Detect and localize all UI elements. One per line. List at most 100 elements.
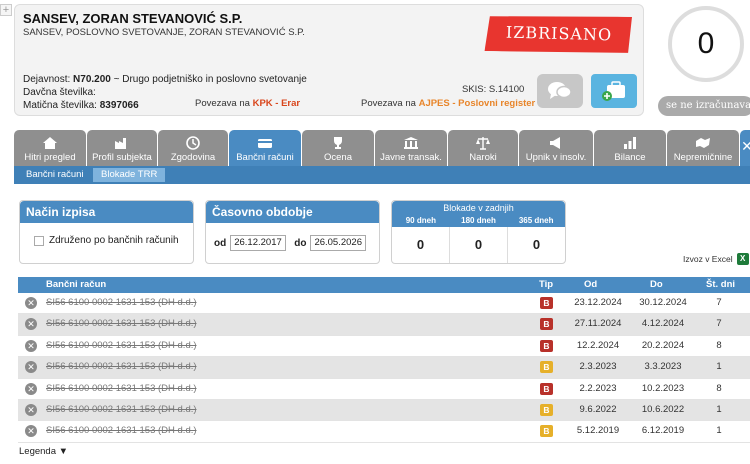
date-from: 9.6.2022 [579,403,617,415]
tab-profil-subjekta[interactable]: Profil subjekta [87,130,157,166]
date-from: 2.3.2023 [579,361,617,373]
removed-icon: ✕ [25,297,37,309]
subtab-bancni-racuni[interactable]: Bančni računi [18,168,92,182]
days-count: 1 [716,425,722,437]
kpk-prefix: Povezava na [195,98,253,109]
ajpes-link[interactable]: AJPES - Poslovni register [419,98,536,109]
main-tabs: Hitri pregled Profil subjekta Zgodovina … [14,130,750,166]
tab-zgodovina[interactable]: Zgodovina [158,130,228,166]
close-icon[interactable]: ✕ [740,130,750,166]
tip-badge: B [540,297,553,309]
company-name: SANSEV, ZORAN STEVANOVIĆ S.P. [23,11,243,26]
blokade-table: Bančni račun Tip Od Do Št. dni ✕ SI56 610… [18,277,750,443]
score-status-badge: se ne izračunava [658,96,750,116]
bank-card-icon [258,139,272,148]
table-row[interactable]: ✕ SI56 6100 0002 1631 153 (DH d.d.) B 9.6.2… [18,399,750,422]
table-row[interactable]: ✕ SI56 6100 0002 1631 153 (DH d.d.) B 2.3.2… [18,357,750,379]
deleted-stamp: IZBRISANO [485,13,634,55]
account-number[interactable]: SI56 6100 0002 1631 153 (DH d.d.) [46,404,197,415]
dejavnost-label: Dejavnost: [23,74,71,85]
tab-label: Bilance [614,152,646,163]
table-header: Bančni račun Tip Od Do Št. dni [18,277,750,293]
date-to: 20.2.2024 [641,339,685,351]
grouped-checkbox-label: Združeno po bančnih računih [49,235,179,246]
tab-upnik-v-insolvenci[interactable]: Upnik v insolv. [519,130,593,166]
removed-icon: ✕ [25,318,37,331]
account-number[interactable]: SI56 6100 0002 1631 153 (DH d.d.) [46,318,197,329]
tab-label: Naroki [469,152,497,163]
date-to-input[interactable]: 26.05.2026 [310,235,367,251]
grouped-by-account-option[interactable]: Združeno po bančnih računih [34,235,179,246]
add-to-portfolio-button[interactable] [591,74,637,108]
account-number[interactable]: SI56 6100 0002 1631 153 (DH d.d.) [46,383,197,394]
blokade-value-180: 0 [450,227,508,263]
tip-badge: B [540,403,553,416]
score-circle: 0 [668,6,744,82]
tab-hitri-pregled[interactable]: Hitri pregled [14,130,86,166]
removed-icon: ✕ [25,382,37,395]
tip-badge: B [540,382,553,395]
date-to: 6.12.2019 [641,425,685,437]
table-row[interactable]: ✕ SI56 6100 0002 1631 153 (DH d.d.) B 23.12… [18,293,750,315]
date-from: 5.12.2019 [576,425,620,437]
chart-icon [624,137,636,149]
expand-icon[interactable]: + [0,4,12,16]
ajpes-link-row: Povezava na AJPES - Poslovni register [361,98,535,109]
days-count: 8 [716,339,722,351]
removed-icon: ✕ [25,339,37,352]
legend-toggle[interactable]: Legenda ▼ [19,446,68,457]
tab-nepremicnine[interactable]: Nepremičnine [667,130,739,166]
map-icon [696,138,710,148]
tab-label: Ocena [324,152,352,163]
table-row[interactable]: ✕ SI56 6100 0002 1631 153 (DH d.d.) B 27.11… [18,314,750,336]
tab-bilance[interactable]: Bilance [594,130,666,166]
dejavnost-code: N70.200 [73,74,111,85]
tip-badge: B [540,339,553,352]
account-number[interactable]: SI56 6100 0002 1631 153 (DH d.d.) [46,297,197,308]
tab-label: Nepremičnine [673,152,733,163]
table-row[interactable]: ✕ SI56 6100 0002 1631 153 (DH d.d.) B 12.2.… [18,336,750,358]
date-from: 23.12.2024 [574,297,622,308]
days-count: 7 [716,297,722,308]
removed-icon: ✕ [25,403,37,416]
table-row[interactable]: ✕ SI56 6100 0002 1631 153 (DH d.d.) B 5.12.… [18,421,750,443]
company-header: SANSEV, ZORAN STEVANOVIĆ S.P. SANSEV, PO… [14,4,644,116]
briefcase-add-icon [602,81,625,101]
kpk-link[interactable]: KPK - Erar [253,98,301,109]
davcna-label: Davčna številka: [23,87,96,98]
export-excel-label: Izvoz v Excel [683,254,733,264]
account-number[interactable]: SI56 6100 0002 1631 153 (DH d.d.) [46,340,197,351]
export-excel-button[interactable]: Izvoz v Excel X [683,253,749,265]
tab-ocena[interactable]: Ocena [302,130,374,166]
col-do: Do [650,279,663,290]
tab-naroki[interactable]: Naroki [448,130,518,166]
col-days: Št. dni [706,279,736,290]
blokade-col-180: 180 dneh [461,216,496,225]
company-full-name: SANSEV, POSLOVNO SVETOVANJE, ZORAN STEVA… [23,27,305,38]
subtab-blokade-trr[interactable]: Blokade TRR [93,168,166,182]
date-from: 2.2.2023 [579,382,617,394]
date-from-input[interactable]: 26.12.2017 [230,235,287,251]
tab-javne-transakcije[interactable]: Javne transak. [375,130,447,166]
table-row[interactable]: ✕ SI56 6100 0002 1631 153 (DH d.d.) B 2.2.2… [18,379,750,400]
blokade-col-365: 365 dneh [518,216,554,225]
account-number[interactable]: SI56 6100 0002 1631 153 (DH d.d.) [46,361,197,372]
table-body: ✕ SI56 6100 0002 1631 153 (DH d.d.) B 23.12… [18,293,750,443]
account-number[interactable]: SI56 6100 0002 1631 153 (DH d.d.) [46,425,197,436]
tab-bancni-racuni[interactable]: Bančni računi [229,130,301,166]
tab-label: Javne transak. [380,152,442,163]
date-from: 27.11.2024 [574,318,622,330]
dejavnost-text: ~ Drugo podjetniško in poslovno svetovan… [110,74,307,85]
col-tip: Tip [539,279,554,290]
od-label: od [214,237,227,249]
tip-badge: B [540,425,553,438]
blokade-title: Blokade v zadnjih [443,203,514,213]
maticna-label: Matična številka: [23,100,97,111]
tab-label: Bančni računi [236,152,294,163]
comments-button[interactable] [537,74,583,108]
days-count: 8 [716,382,722,394]
removed-icon: ✕ [25,361,37,374]
clock-icon [186,136,200,150]
grouped-checkbox[interactable] [34,235,44,246]
removed-icon: ✕ [25,425,37,438]
